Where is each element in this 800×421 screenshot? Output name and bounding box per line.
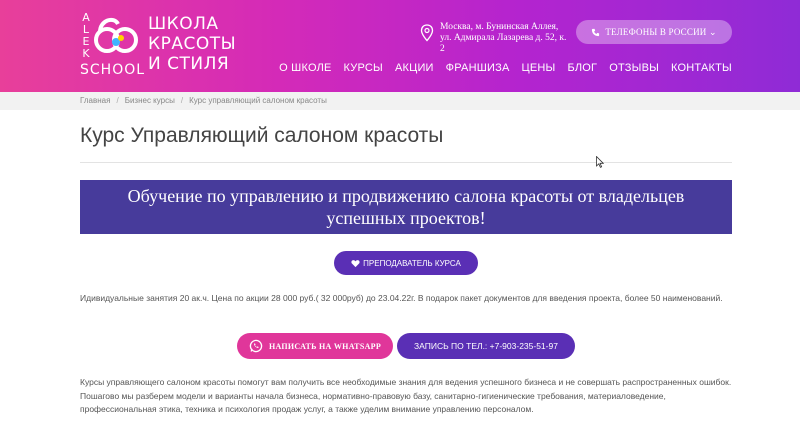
- location-pin-icon: [420, 24, 434, 42]
- nav-item-promotions[interactable]: АКЦИИ: [395, 62, 434, 74]
- nav-item-prices[interactable]: ЦЕНЫ: [522, 62, 556, 74]
- logo-title: ШКОЛА КРАСОТЫ И СТИЛЯ: [148, 14, 237, 74]
- logo-mark-icon: [94, 17, 138, 53]
- teacher-button-label: ПРЕПОДАВАТЕЛЬ КУРСА: [363, 258, 461, 268]
- mouse-cursor-icon: [596, 156, 604, 168]
- nav-item-reviews[interactable]: ОТЗЫВЫ: [609, 62, 659, 74]
- offer-text: Идивидуальные занятия 20 ак.ч. Цена по а…: [80, 293, 723, 303]
- nav-item-contacts[interactable]: КОНТАКТЫ: [671, 62, 732, 74]
- breadcrumb-business-courses[interactable]: Бизнес курсы: [125, 96, 175, 105]
- address-block: Москва, м. Бунинская Аллея, ул. Адмирала…: [420, 22, 570, 55]
- whatsapp-button[interactable]: НАПИСАТЬ НА WHATSAPP: [237, 333, 393, 359]
- course-description: Курсы управляющего салоном красоты помог…: [80, 377, 732, 414]
- breadcrumb: Главная / Бизнес курсы / Курс управляющи…: [80, 96, 327, 105]
- nav-item-courses[interactable]: КУРСЫ: [344, 62, 383, 74]
- whatsapp-button-label: НАПИСАТЬ НА WHATSAPP: [268, 341, 382, 351]
- nav-item-blog[interactable]: БЛОГ: [567, 62, 597, 74]
- promo-banner: Обучение по управлению и продвижению сал…: [80, 180, 732, 234]
- phone-icon: [592, 28, 600, 36]
- site-header: A L E K SCHOOL ШКОЛА КРАСОТЫ И СТИЛЯ Мос…: [0, 0, 800, 92]
- breadcrumb-separator: /: [180, 96, 184, 105]
- phones-button-label: ТЕЛЕФОНЫ В РОССИИ ⌄: [605, 26, 717, 37]
- logo-vertical-letters: A L E K: [82, 11, 90, 60]
- address-text: Москва, м. Бунинская Аллея, ул. Адмирала…: [440, 22, 567, 54]
- breadcrumb-home[interactable]: Главная: [80, 96, 110, 105]
- page-title: Курс Управляющий салоном красоты: [80, 124, 444, 147]
- breadcrumb-separator: /: [116, 96, 119, 105]
- course-teacher-button[interactable]: ПРЕПОДАВАТЕЛЬ КУРСА: [334, 251, 478, 275]
- title-divider: [80, 162, 732, 163]
- phones-in-russia-button[interactable]: ТЕЛЕФОНЫ В РОССИИ ⌄: [576, 20, 732, 44]
- nav-item-franchise[interactable]: ФРАНШИЗА: [446, 62, 510, 74]
- call-booking-button[interactable]: ЗАПИСЬ ПО ТЕЛ.: +7-903-235-51-97: [397, 333, 575, 359]
- nav-item-about[interactable]: О ШКОЛЕ: [279, 62, 331, 74]
- logo-school-text: SCHOOL: [80, 62, 146, 78]
- main-nav: О ШКОЛЕ КУРСЫ АКЦИИ ФРАНШИЗА ЦЕНЫ БЛОГ О…: [279, 62, 732, 74]
- logo[interactable]: A L E K SCHOOL ШКОЛА КРАСОТЫ И СТИЛЯ: [80, 11, 236, 82]
- breadcrumb-current: Курс управляющий салоном красоты: [189, 96, 327, 105]
- whatsapp-icon: [249, 339, 263, 353]
- heart-icon: [351, 259, 360, 267]
